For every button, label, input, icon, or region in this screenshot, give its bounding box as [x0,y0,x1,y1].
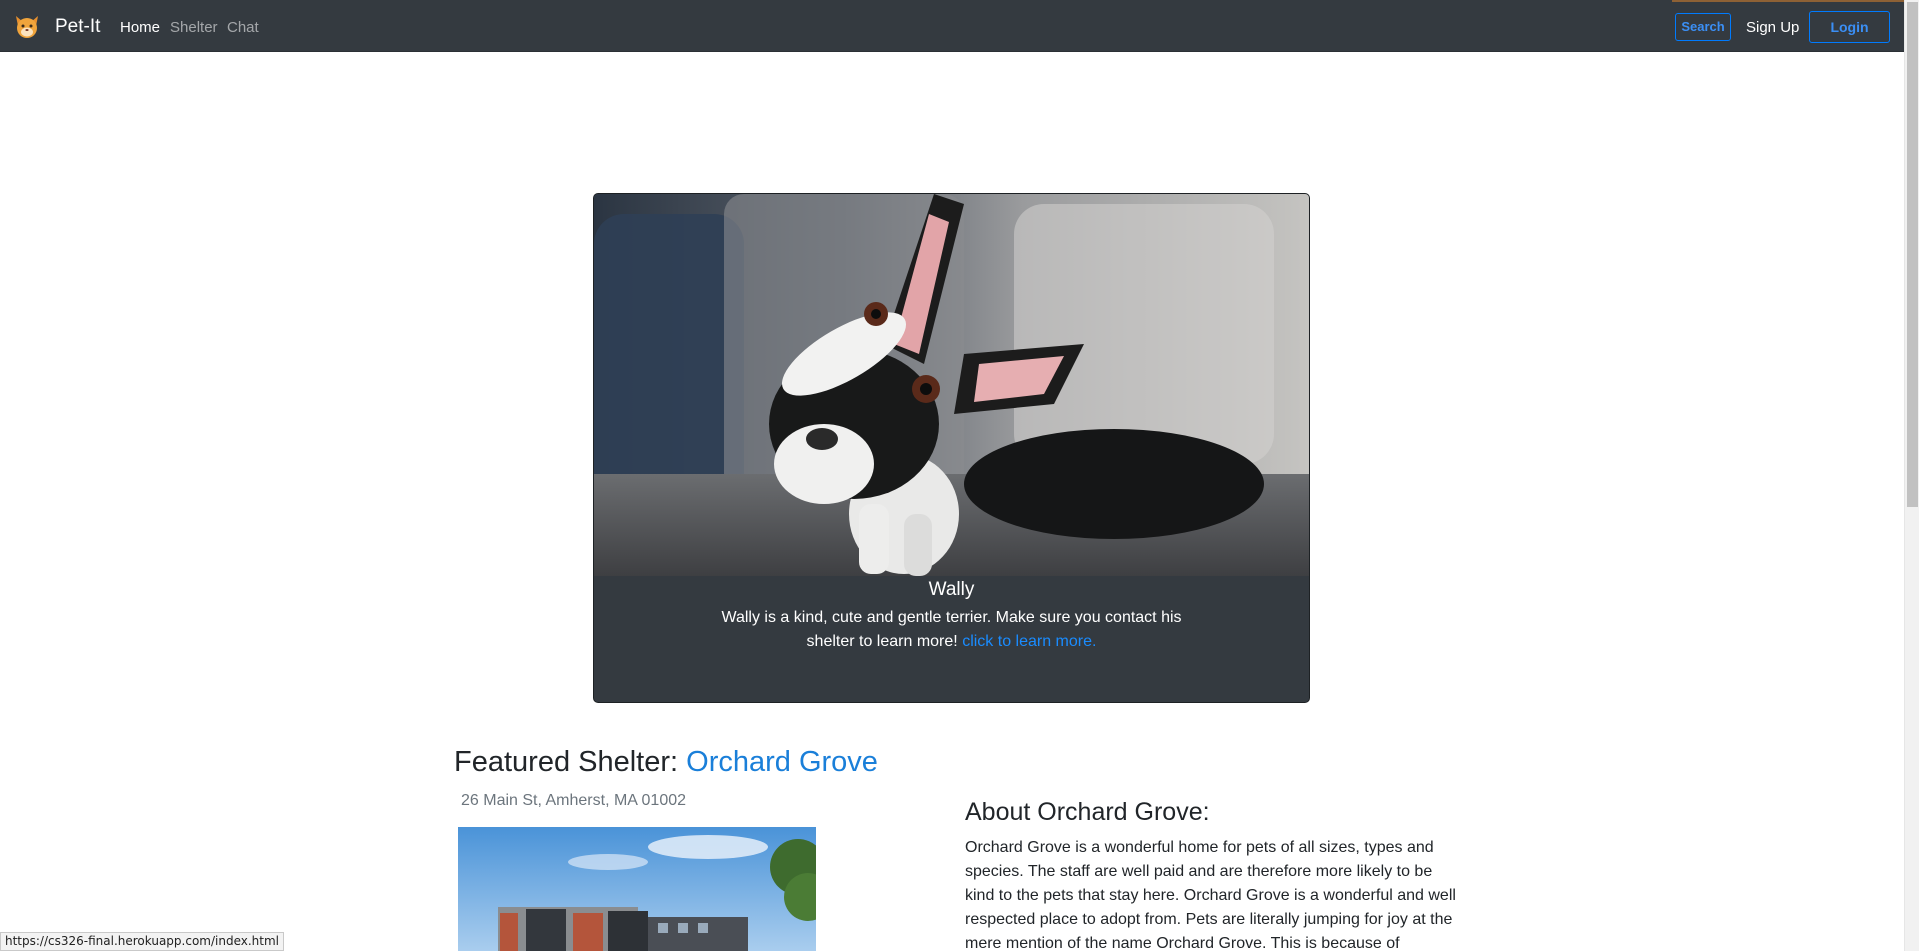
page: Pet-It Home Shelter Chat Search Sign Up … [0,0,1919,951]
nav-home[interactable]: Home [120,19,160,36]
nav-chat[interactable]: Chat [227,19,259,36]
pet-description-text: Wally is a kind, cute and gentle terrier… [721,609,1182,650]
scrollbar-thumb[interactable] [1907,2,1918,507]
cat-face-icon[interactable] [13,12,41,40]
signup-link[interactable]: Sign Up [1746,19,1799,36]
decorative-strip [1672,0,1904,2]
login-button[interactable]: Login [1809,11,1890,43]
learn-more-link[interactable]: click to learn more. [962,633,1096,650]
pet-description: Wally is a kind, cute and gentle terrier… [709,606,1194,654]
featured-pet-card: Wally Wally is a kind, cute and gentle t… [593,193,1310,703]
featured-prefix: Featured Shelter: [454,746,687,778]
about-heading: About Orchard Grove: [965,798,1210,826]
brand-name[interactable]: Pet-It [55,16,100,38]
nav-shelter[interactable]: Shelter [170,19,218,36]
featured-shelter-heading: Featured Shelter: Orchard Grove [454,746,878,779]
shelter-building-photo[interactable] [458,827,816,951]
about-text: Orchard Grove is a wonderful home for pe… [965,839,1456,951]
shelter-address: 26 Main St, Amherst, MA 01002 [461,792,687,809]
top-navbar: Pet-It Home Shelter Chat Search Sign Up … [0,0,1904,52]
vertical-scrollbar[interactable] [1904,0,1919,951]
pet-name: Wally [928,579,975,600]
dog-photo[interactable] [594,194,1309,576]
search-button[interactable]: Search [1675,13,1731,41]
shelter-name-link[interactable]: Orchard Grove [686,746,878,778]
status-bar-url: https://cs326-final.herokuapp.com/index.… [0,932,285,951]
